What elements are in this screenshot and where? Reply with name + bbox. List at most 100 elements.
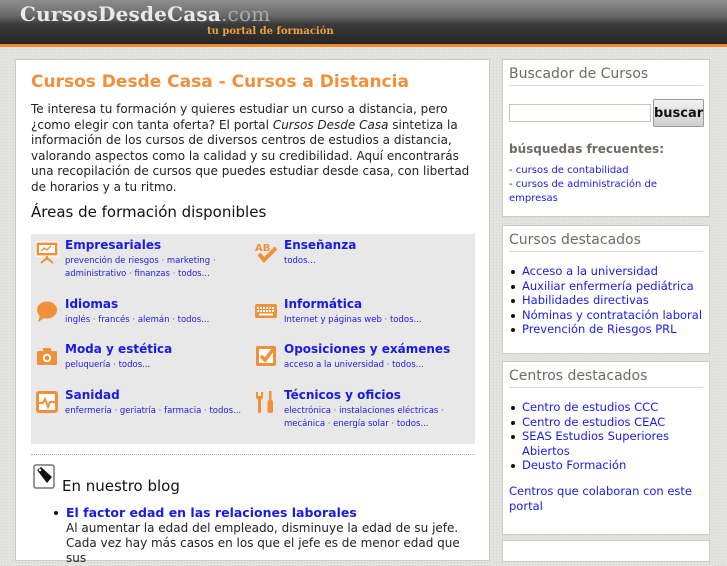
- area-sublink[interactable]: todos...: [119, 360, 151, 370]
- area-sublink[interactable]: prevención de riesgos: [65, 256, 159, 266]
- area-sublink[interactable]: acceso a la universidad: [284, 360, 384, 370]
- area-sublink[interactable]: todos...: [178, 269, 210, 279]
- area-sublinks: peluquería · todos...: [65, 359, 255, 372]
- search-box-title: Buscador de Cursos: [509, 66, 703, 86]
- camera-icon: [37, 348, 57, 365]
- area-sublink[interactable]: finanzas: [135, 269, 170, 279]
- search-box: Buscador de Cursos buscar búsquedas frec…: [502, 59, 710, 217]
- area-link[interactable]: Moda y estética: [65, 342, 172, 356]
- logo-tld: .com: [221, 2, 271, 26]
- separator: ·: [325, 419, 334, 429]
- separator: ·: [381, 315, 390, 325]
- featured-centers-box: Centros destacados Centro de estudios CC…: [502, 361, 710, 535]
- area-sublink[interactable]: mecánica: [284, 419, 325, 429]
- featured-courses-box: Cursos destacados Acceso a la universida…: [502, 225, 710, 354]
- area-sublink[interactable]: todos...: [209, 406, 241, 416]
- section-divider: [31, 454, 475, 455]
- site-logo[interactable]: CursosDesdeCasa.com: [20, 2, 270, 26]
- area-link[interactable]: Informática: [284, 297, 362, 311]
- area-sublink[interactable]: inglés: [65, 315, 90, 325]
- area-link[interactable]: Técnicos y oficios: [284, 388, 401, 402]
- area-sublinks: electrónica · instalaciones eléctricas ·…: [284, 405, 474, 431]
- checkbox-icon: [256, 345, 277, 366]
- area-sublinks: prevención de riesgos · marketing · admi…: [65, 255, 255, 281]
- intro-text: Te interesa tu formación y quieres estud…: [31, 102, 481, 195]
- frequent-searches-list: - cursos de contabilidad - cursos de adm…: [509, 164, 705, 206]
- featured-center-link[interactable]: Deusto Formación: [522, 458, 626, 472]
- presentation-board-icon: [35, 241, 59, 264]
- area-sublink[interactable]: todos...: [397, 419, 429, 429]
- featured-center-link[interactable]: SEAS Estudios Superiores Abiertos: [522, 429, 669, 458]
- logo-main: CursosDesdeCasa: [20, 2, 221, 26]
- area-sublinks: inglés · francés · alemán · todos...: [65, 314, 255, 327]
- area-sublink[interactable]: todos...: [392, 360, 424, 370]
- collaborating-centers-link[interactable]: Centros que colaboran con este portal: [509, 484, 705, 514]
- area-sublink[interactable]: todos...: [178, 315, 210, 325]
- separator: ·: [110, 360, 119, 370]
- tools-icon: [256, 391, 273, 413]
- featured-centers-title: Centros destacados: [509, 368, 703, 388]
- separator: ·: [438, 406, 444, 416]
- area-link[interactable]: Oposiciones y exámenes: [284, 342, 450, 356]
- area-sublink[interactable]: farmacia: [164, 406, 201, 416]
- featured-course-item: Acceso a la universidad: [509, 264, 705, 279]
- search-input[interactable]: [509, 104, 651, 122]
- featured-center-item: Centro de estudios CEAC: [509, 415, 705, 430]
- frequent-search-item: - cursos de contabilidad: [509, 165, 629, 176]
- separator: ·: [330, 406, 340, 416]
- featured-center-link[interactable]: Centro de estudios CEAC: [522, 415, 665, 429]
- area-sublink[interactable]: administrativo: [65, 269, 126, 279]
- sidebar-box-next: [502, 540, 710, 562]
- area-sublink[interactable]: geriatría: [120, 406, 156, 416]
- area-sublink[interactable]: electrónica: [284, 406, 331, 416]
- area-link[interactable]: Idiomas: [65, 297, 118, 311]
- area-sublink[interactable]: francés: [98, 315, 129, 325]
- area-sublink[interactable]: marketing: [167, 256, 210, 266]
- frequent-searches-title: búsquedas frecuentes:: [509, 142, 664, 156]
- area-sublink[interactable]: todos...: [390, 315, 422, 325]
- frequent-search-link[interactable]: cursos de administración de empresas: [509, 179, 657, 204]
- area-sublink[interactable]: peluquería: [65, 360, 110, 370]
- area-sublink[interactable]: enfermería: [65, 406, 112, 416]
- area-sublink[interactable]: Internet y páginas web: [284, 315, 382, 325]
- featured-courses-title: Cursos destacados: [509, 232, 703, 252]
- search-button[interactable]: buscar: [653, 99, 704, 127]
- svg-text:AB: AB: [255, 243, 270, 254]
- featured-course-item: Nóminas y contratación laboral: [509, 308, 705, 323]
- ab-check-icon: AB: [255, 243, 278, 263]
- featured-course-link[interactable]: Nóminas y contratación laboral: [522, 308, 702, 322]
- blog-post: El factor edad en las relaciones laboral…: [52, 505, 477, 566]
- frequent-search-link[interactable]: cursos de contabilidad: [516, 165, 629, 176]
- featured-course-item: Prevención de Riesgos PRL: [509, 322, 705, 337]
- frequent-search-item: - cursos de administración de empresas: [509, 179, 658, 204]
- keyboard-icon: [255, 304, 277, 318]
- site-header: CursosDesdeCasa.com tu portal de formaci…: [0, 0, 727, 47]
- main-content: Cursos Desde Casa - Cursos a Distancia T…: [15, 59, 490, 565]
- area-link[interactable]: Empresariales: [65, 238, 161, 252]
- featured-courses-list: Acceso a la universidad Auxiliar enferme…: [509, 264, 705, 337]
- area-link[interactable]: Sanidad: [65, 388, 120, 402]
- area-sublink[interactable]: todos...: [284, 256, 316, 266]
- area-sublink[interactable]: energía solar: [333, 419, 389, 429]
- featured-course-link[interactable]: Auxiliar enfermería pediátrica: [522, 279, 694, 293]
- featured-course-link[interactable]: Habilidades directivas: [522, 293, 649, 307]
- intro-emphasis: Cursos Desde Casa: [272, 117, 389, 132]
- areas-grid: Empresariales prevención de riesgos · ma…: [31, 234, 475, 444]
- areas-heading: Áreas de formación disponibles: [31, 203, 267, 221]
- featured-course-item: Habilidades directivas: [509, 293, 705, 308]
- separator: ·: [210, 256, 216, 266]
- separator: ·: [111, 406, 120, 416]
- area-sublink[interactable]: instalaciones eléctricas: [339, 406, 438, 416]
- site-tagline: tu portal de formación: [207, 26, 334, 37]
- featured-center-link[interactable]: Centro de estudios CCC: [522, 400, 658, 414]
- featured-course-link[interactable]: Prevención de Riesgos PRL: [522, 322, 677, 336]
- blog-post-title[interactable]: El factor edad en las relaciones laboral…: [66, 505, 357, 520]
- separator: ·: [169, 315, 178, 325]
- area-sublinks: acceso a la universidad · todos...: [284, 359, 474, 372]
- area-link[interactable]: Enseñanza: [284, 238, 356, 252]
- separator: ·: [169, 269, 179, 279]
- separator: ·: [388, 419, 397, 429]
- area-sublink[interactable]: alemán: [138, 315, 170, 325]
- featured-course-link[interactable]: Acceso a la universidad: [522, 264, 658, 278]
- featured-center-item: SEAS Estudios Superiores Abiertos: [509, 429, 705, 458]
